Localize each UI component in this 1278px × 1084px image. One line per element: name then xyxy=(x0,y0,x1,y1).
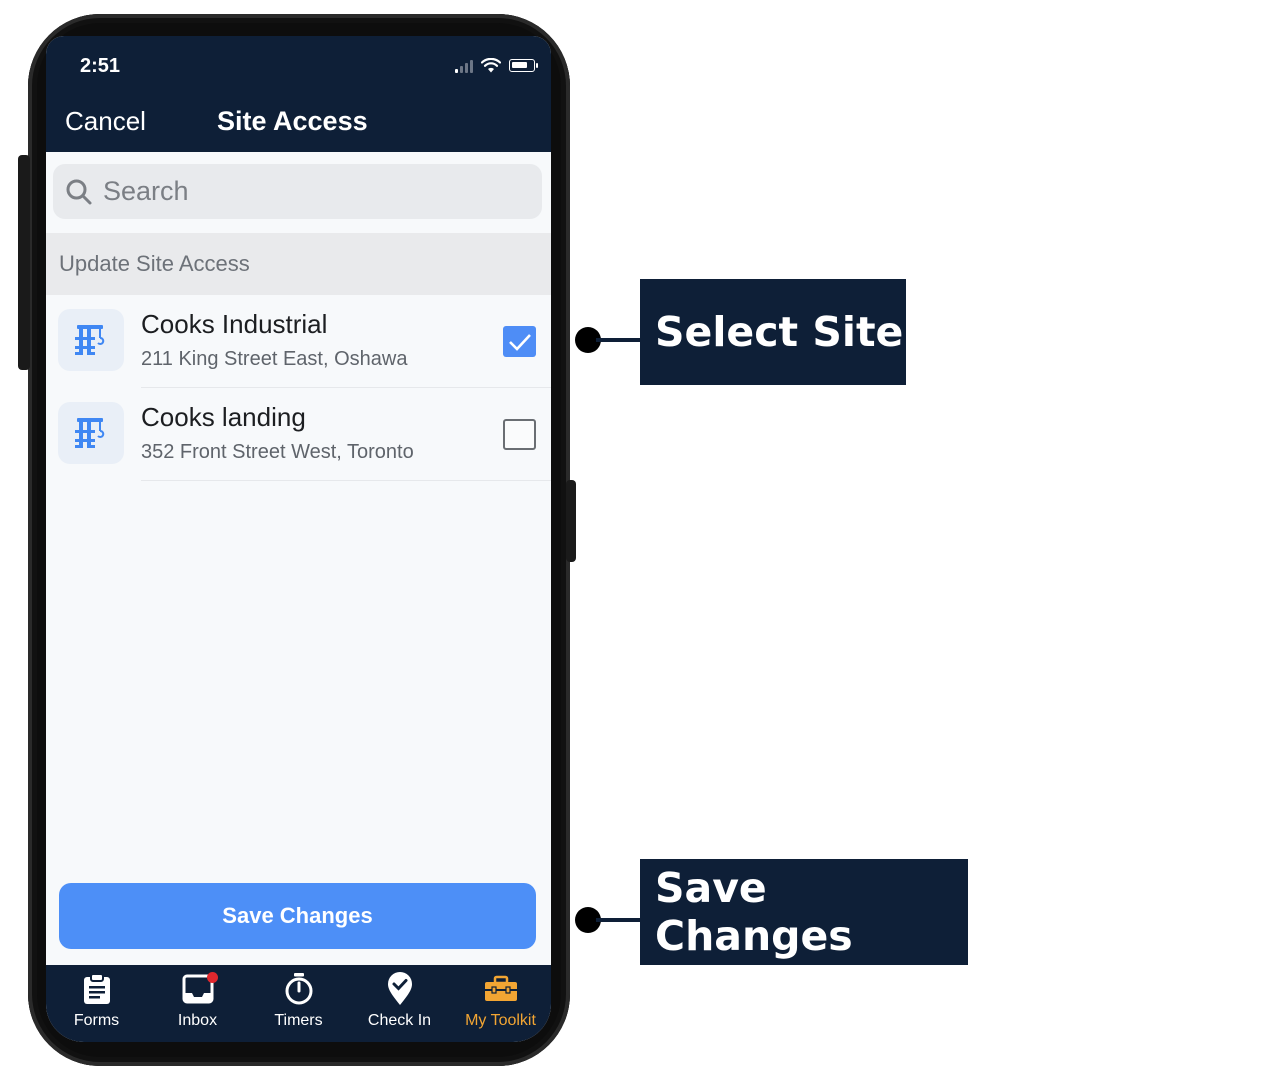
cancel-button[interactable]: Cancel xyxy=(65,106,146,137)
status-icons xyxy=(455,58,538,73)
site-checkbox-checked[interactable] xyxy=(503,326,536,357)
tab-inbox[interactable]: Inbox xyxy=(147,965,248,1042)
crane-icon xyxy=(58,402,124,464)
callout-line xyxy=(596,338,641,342)
callout-line xyxy=(596,918,641,922)
page-title: Site Access xyxy=(217,106,368,136)
tab-label: Check In xyxy=(367,1012,432,1029)
site-row-cooks-industrial[interactable]: Cooks Industrial 211 King Street East, O… xyxy=(46,295,551,388)
app-header: 2:51 Cancel Site Access xyxy=(46,36,551,152)
phone-screen: 2:51 Cancel Site Access U xyxy=(46,36,551,1042)
clipboard-icon xyxy=(83,973,110,1004)
tab-label: Inbox xyxy=(177,1012,218,1029)
status-time: 2:51 xyxy=(80,55,121,77)
row-divider xyxy=(141,480,551,481)
bottom-tab-bar: Forms Inbox Timers Check In My Toolkit xyxy=(46,965,551,1042)
tab-label: My Toolkit xyxy=(465,1012,536,1029)
tab-my-toolkit[interactable]: My Toolkit xyxy=(450,965,551,1042)
stage: 2:51 Cancel Site Access U xyxy=(0,0,1278,1084)
crane-icon xyxy=(58,309,124,371)
site-address: 352 Front Street West, Toronto xyxy=(141,441,414,463)
select-site-callout: Select Site xyxy=(640,279,906,385)
checkmark-icon xyxy=(508,333,531,351)
site-checkbox-unchecked[interactable] xyxy=(503,419,536,450)
stopwatch-icon xyxy=(285,973,312,1005)
battery-icon xyxy=(509,59,538,72)
wifi-icon xyxy=(481,58,501,73)
section-header: Update Site Access xyxy=(46,233,551,295)
search-icon xyxy=(66,179,92,204)
site-row-cooks-landing[interactable]: Cooks landing 352 Front Street West, Tor… xyxy=(46,388,551,481)
location-check-icon xyxy=(387,972,412,1005)
phone-power-button xyxy=(566,480,576,562)
save-changes-callout: Save Changes xyxy=(640,859,968,965)
toolbox-icon xyxy=(484,975,517,1001)
signal-icon xyxy=(455,59,473,73)
notification-badge xyxy=(206,972,218,983)
save-changes-button[interactable]: Save Changes xyxy=(59,883,536,949)
tab-label: Timers xyxy=(274,1012,323,1029)
site-address: 211 King Street East, Oshawa xyxy=(141,348,408,370)
site-name: Cooks Industrial xyxy=(141,309,328,339)
search-bar[interactable] xyxy=(53,164,542,219)
tab-check-in[interactable]: Check In xyxy=(349,965,450,1042)
tab-label: Forms xyxy=(73,1012,120,1029)
phone-volume-button xyxy=(18,155,30,370)
site-name: Cooks landing xyxy=(141,402,306,432)
tab-forms[interactable]: Forms xyxy=(46,965,147,1042)
search-input[interactable] xyxy=(103,176,523,207)
tab-timers[interactable]: Timers xyxy=(248,965,349,1042)
